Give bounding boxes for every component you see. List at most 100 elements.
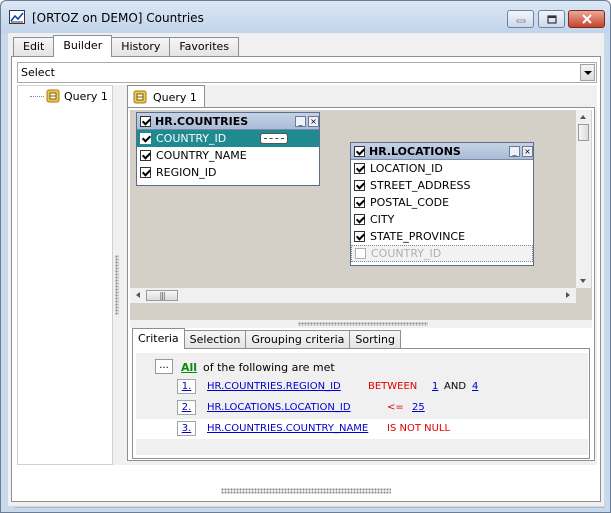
field-name: POSTAL_CODE [370, 196, 450, 209]
tab-selection[interactable]: Selection [183, 330, 247, 349]
criteria-row: 3. HR.COUNTRIES.COUNTRY_NAME IS NOT NULL [136, 419, 588, 439]
tab-sorting[interactable]: Sorting [349, 330, 401, 349]
join-link-icon[interactable] [260, 133, 288, 144]
splitter-grip-icon[interactable] [221, 488, 391, 494]
field-checkbox[interactable] [354, 163, 365, 174]
maximize-button[interactable] [538, 10, 565, 28]
scroll-thumb[interactable] [578, 124, 589, 141]
tab-edit[interactable]: Edit [13, 37, 55, 57]
main-tabs: Edit Builder History Favorites [13, 35, 240, 57]
field-checkbox[interactable] [354, 214, 365, 225]
field-checkbox[interactable] [355, 248, 366, 259]
condition-value-link[interactable]: 1 [432, 381, 438, 392]
condition-field-link[interactable]: HR.COUNTRIES.COUNTRY_NAME [207, 423, 368, 434]
field-row[interactable]: REGION_ID [137, 164, 319, 181]
scroll-thumb[interactable]: ||| [146, 290, 178, 301]
group-operator-link[interactable]: All [181, 361, 197, 374]
canvas-horizontal-scrollbar[interactable]: ||| [130, 288, 576, 303]
splitter-grip-icon [115, 255, 119, 315]
tree-item-query-1[interactable]: Query 1 [30, 88, 108, 104]
statement-type-select[interactable]: Select [17, 62, 597, 83]
field-checkbox[interactable] [354, 180, 365, 191]
field-name: COUNTRY_ID [371, 247, 442, 260]
field-row[interactable]: LOCATION_ID [351, 160, 533, 177]
minimize-icon[interactable]: _ [295, 116, 306, 127]
query-icon [133, 90, 147, 104]
field-name: REGION_ID [156, 166, 217, 179]
condition-field-link[interactable]: HR.COUNTRIES.REGION_ID [207, 381, 341, 392]
field-row[interactable]: COUNTRY_NAME [137, 147, 319, 164]
table-name: HR.COUNTRIES [155, 114, 249, 128]
table-hr-countries[interactable]: HR.COUNTRIES _ × COUNTRY_ID COUNTRY_NAME… [136, 112, 320, 186]
close-button[interactable] [568, 10, 605, 28]
tab-builder[interactable]: Builder [53, 35, 113, 57]
table-header[interactable]: HR.LOCATIONS _ × [351, 143, 533, 160]
builder-page: Select Query 1 Query 1 HR.COUNTRIES _ × … [11, 56, 605, 508]
canvas-vertical-scrollbar[interactable] [576, 110, 591, 288]
condition-value-link[interactable]: 25 [412, 402, 425, 413]
field-row[interactable]: COUNTRY_ID [351, 245, 533, 262]
condition-value-link[interactable]: 4 [472, 381, 478, 392]
dropdown-arrow-icon[interactable] [580, 64, 595, 81]
table-select-checkbox[interactable] [354, 145, 365, 157]
minimize-button[interactable] [507, 10, 534, 28]
close-icon[interactable]: × [522, 146, 533, 157]
condition-number-button[interactable]: 1. [177, 379, 196, 394]
condition-operator-link[interactable]: <= [387, 402, 404, 413]
tab-history[interactable]: History [111, 37, 171, 57]
statement-type-value: Select [21, 66, 55, 79]
table-hr-locations[interactable]: HR.LOCATIONS _ × LOCATION_ID STREET_ADDR… [350, 142, 534, 266]
condition-operator-link[interactable]: BETWEEN [368, 381, 417, 392]
field-row[interactable]: POSTAL_CODE [351, 194, 533, 211]
field-checkbox[interactable] [354, 197, 365, 208]
condition-operator-link[interactable]: IS NOT NULL [387, 423, 450, 434]
condition-number-button[interactable]: 2. [177, 400, 196, 415]
scroll-left-icon[interactable] [136, 292, 140, 298]
condition-field-link[interactable]: HR.LOCATIONS.LOCATION_ID [207, 402, 351, 413]
close-icon[interactable]: × [308, 116, 319, 127]
scroll-up-icon[interactable] [580, 115, 586, 119]
vertical-splitter[interactable] [113, 85, 121, 465]
criteria-menu-button[interactable]: ... [155, 359, 173, 374]
table-header[interactable]: HR.COUNTRIES _ × [137, 113, 319, 130]
field-row[interactable]: STATE_PROVINCE [351, 228, 533, 245]
field-name: LOCATION_ID [370, 162, 443, 175]
horizontal-splitter[interactable] [130, 320, 592, 328]
field-name: STATE_PROVINCE [370, 230, 466, 243]
field-row[interactable]: STREET_ADDRESS [351, 177, 533, 194]
field-row[interactable]: COUNTRY_ID [137, 130, 319, 147]
condition-number-button[interactable]: 3. [177, 421, 196, 436]
table-select-checkbox[interactable] [140, 115, 151, 127]
field-checkbox[interactable] [354, 231, 365, 242]
title-bar[interactable]: [ORTOZ on DEMO] Countries [1, 1, 610, 33]
maximize-icon [546, 14, 557, 24]
window-title: [ORTOZ on DEMO] Countries [32, 11, 204, 25]
criteria-row: 2. HR.LOCATIONS.LOCATION_ID <= 25 [136, 398, 588, 418]
tab-grouping-criteria[interactable]: Grouping criteria [245, 330, 351, 349]
minimize-icon[interactable]: _ [509, 146, 520, 157]
tab-query-1[interactable]: Query 1 [127, 85, 205, 108]
condition-and-text: AND [444, 381, 467, 392]
field-checkbox[interactable] [140, 133, 151, 144]
tab-favorites[interactable]: Favorites [169, 37, 240, 57]
splitter-grip-icon [298, 322, 428, 326]
field-name: COUNTRY_ID [156, 132, 227, 145]
field-row[interactable]: CITY [351, 211, 533, 228]
query-tab-label: Query 1 [153, 90, 197, 104]
table-name: HR.LOCATIONS [369, 144, 461, 158]
query-design-area: Query 1 HR.COUNTRIES _ × COUNTRY_ID COUN… [121, 85, 597, 465]
tab-criteria[interactable]: Criteria [132, 328, 185, 349]
criteria-list: ... All of the following are met 1. HR.C… [136, 353, 588, 455]
app-window: [ORTOZ on DEMO] Countries Edit Builder H… [0, 0, 611, 513]
query-tree: Query 1 [17, 85, 113, 465]
scroll-down-icon[interactable] [580, 279, 586, 283]
field-name: STREET_ADDRESS [370, 179, 471, 192]
criteria-pane: ... All of the following are met 1. HR.C… [132, 348, 590, 459]
query-icon [46, 89, 60, 103]
field-checkbox[interactable] [140, 167, 151, 178]
group-operator-text: of the following are met [203, 361, 335, 374]
field-checkbox[interactable] [140, 150, 151, 161]
close-icon [581, 14, 592, 24]
criteria-row: 1. HR.COUNTRIES.REGION_ID BETWEEN 1 AND … [136, 377, 588, 397]
scroll-right-icon[interactable] [566, 292, 570, 298]
